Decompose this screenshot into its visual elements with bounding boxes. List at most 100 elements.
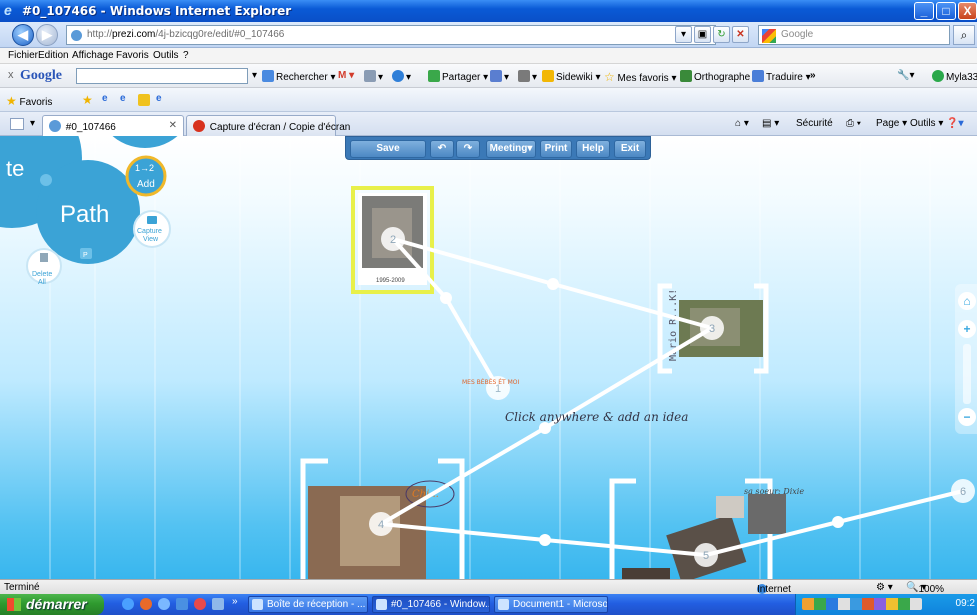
compat-view-icon[interactable]: ▣ — [694, 26, 711, 43]
search-icon[interactable]: ⌕ — [953, 25, 975, 45]
home-view-icon[interactable]: ⌂ — [958, 292, 976, 310]
back-button[interactable]: ◀ — [12, 24, 34, 46]
google-search-dropdown[interactable]: ▾ — [252, 70, 257, 81]
favorite-link-4-icon[interactable]: e — [156, 93, 162, 104]
taskbar-item-ie[interactable]: #0_107466 - Window... — [372, 596, 490, 613]
toolbar-rechercher[interactable]: Rechercher ▾ — [262, 70, 336, 83]
menu-item-view[interactable]: Affichage — [72, 50, 114, 61]
path-node-3-label: 3 — [709, 323, 715, 335]
toolbar-user[interactable]: Myla33 — [932, 70, 977, 83]
canvas-hint: Click anywhere & add an idea — [505, 410, 688, 424]
quicklaunch-desktop-icon[interactable] — [212, 598, 224, 610]
tab-close-icon[interactable]: ✕ — [169, 120, 177, 131]
add-label: Add — [137, 179, 155, 190]
quicklaunch-media-icon[interactable] — [194, 598, 206, 610]
zoom-slider[interactable] — [963, 344, 971, 404]
toolbar-sidewiki[interactable]: Sidewiki ▾ — [542, 70, 601, 83]
taskbar: démarrer » Boîte de réception - ... #0_1… — [0, 594, 977, 615]
wrench-icon[interactable]: 🔧▾ — [897, 70, 914, 81]
favorites-star-icon: ★ — [6, 94, 17, 108]
taskbar-item-word[interactable]: Document1 - Microsof... — [494, 596, 608, 613]
refresh-icon[interactable]: ↻ — [713, 26, 730, 43]
toolbar-mes-favoris[interactable]: ☆ Mes favoris ▾ — [604, 70, 676, 84]
bubble-top-right[interactable] — [95, 136, 195, 148]
quicklaunch-ie-icon[interactable] — [122, 598, 134, 610]
photo-bottom-5 — [622, 568, 670, 579]
toolbar-traduire[interactable]: Traduire ▾ — [752, 70, 811, 83]
path-node-5-label: 5 — [703, 550, 709, 562]
toolbar-news-icon[interactable]: ▾ — [364, 70, 383, 83]
menu-bar: Fichier Edition Affichage Favoris Outils… — [0, 48, 977, 64]
forward-button[interactable]: ▶ — [36, 24, 58, 46]
quicklaunch-more-chevron[interactable]: » — [232, 596, 238, 607]
bubble-top-fragment: te — [6, 156, 24, 181]
quicklaunch-firefox-icon[interactable] — [140, 598, 152, 610]
redo-icon[interactable]: ↷ — [456, 140, 480, 158]
address-url: http://prezi.com/4j-bzicqg0re/edit/#0_10… — [87, 29, 285, 40]
toolbar-translate-page-icon[interactable]: ▾ — [490, 70, 509, 83]
protected-mode-icon[interactable]: ⚙ ▾ — [876, 582, 893, 593]
window-title: #0_107466 - Windows Internet Explorer — [22, 4, 292, 18]
command-securite[interactable]: Sécurité — [796, 118, 833, 129]
toolbar-mail-icon[interactable]: ▾ — [518, 70, 537, 83]
menu-item-edit[interactable]: Edition — [38, 50, 69, 61]
quicklaunch-ie2-icon[interactable] — [158, 598, 170, 610]
save-button[interactable]: Save — [350, 140, 426, 158]
favorites-button[interactable]: ★ Favoris — [6, 94, 52, 108]
help-icon[interactable]: ❓▾ — [946, 118, 963, 129]
exit-button[interactable]: Exit — [614, 140, 646, 158]
quicklaunch-app-icon[interactable] — [176, 598, 188, 610]
google-logo-icon — [762, 29, 776, 43]
close-button[interactable]: X — [958, 2, 977, 20]
undo-icon[interactable]: ↶ — [430, 140, 454, 158]
tab-prezi[interactable]: #0_107466 ✕ — [42, 115, 184, 136]
windows-flag-icon — [7, 598, 21, 611]
trash-icon — [40, 253, 48, 262]
path-label: Path — [60, 201, 109, 228]
toolbar-partager[interactable]: Partager ▾ — [428, 70, 488, 83]
feeds-icon[interactable]: ▤ ▾ — [762, 118, 779, 129]
path-node-4-label: 4 — [378, 519, 384, 531]
tab-capture[interactable]: Capture d'écran / Copie d'écran — [186, 115, 350, 136]
zoom-level[interactable]: 🔍 100% ▾ — [906, 582, 944, 595]
gmail-icon[interactable]: M ▾ — [338, 70, 354, 81]
menu-item-tools[interactable]: Outils — [153, 50, 179, 61]
print-icon[interactable]: ⎙ ▾ — [846, 118, 861, 129]
favorite-link-3-icon[interactable] — [138, 94, 150, 106]
stop-icon[interactable]: ✕ — [732, 26, 749, 43]
zoom-out-icon[interactable]: − — [958, 408, 976, 426]
favorite-link-1-icon[interactable]: e — [102, 93, 108, 104]
tab-list-dropdown[interactable]: ▾ — [30, 118, 35, 129]
window-title-bar[interactable]: e #0_107466 - Windows Internet Explorer … — [0, 0, 977, 22]
photo-small-5 — [716, 496, 744, 518]
zoom-in-icon[interactable]: + — [958, 320, 976, 338]
google-search-input[interactable] — [76, 68, 248, 84]
menu-item-help[interactable]: ? — [183, 50, 189, 61]
command-page[interactable]: Page ▾ — [876, 118, 907, 129]
minimize-button[interactable]: _ — [914, 2, 934, 20]
search-input[interactable]: Google — [758, 25, 950, 45]
toolbar-more-chevron[interactable]: » — [810, 70, 816, 81]
print-button[interactable]: Print — [540, 140, 572, 158]
home-icon[interactable]: ⌂ ▾ — [735, 118, 749, 129]
menu-item-favorites[interactable]: Favoris — [116, 50, 149, 61]
meeting-button[interactable]: Meeting▾ — [486, 140, 536, 158]
maximize-button[interactable]: □ — [936, 2, 956, 20]
taskbar-item-inbox[interactable]: Boîte de réception - ... — [248, 596, 368, 613]
tray-icons[interactable] — [802, 598, 922, 610]
toolbar-orthographe[interactable]: Orthographe ▾ — [680, 70, 758, 83]
toolbar-close-icon[interactable]: x — [8, 69, 14, 81]
toolbar-puzzle-icon[interactable]: ▾ — [392, 70, 411, 83]
prezi-canvas[interactable]: te Path 1→2 Add Capture View Delete All … — [0, 136, 977, 579]
quick-tabs-icon[interactable] — [10, 118, 24, 130]
command-outils[interactable]: Outils ▾ — [910, 118, 943, 129]
favorite-link-2-icon[interactable]: e — [120, 93, 126, 104]
search-placeholder: Google — [781, 29, 814, 40]
status-bar: Terminé Internet ⚙ ▾ 🔍 100% ▾ — [0, 579, 977, 595]
help-button[interactable]: Help — [576, 140, 610, 158]
address-field[interactable]: http://prezi.com/4j-bzicqg0re/edit/#0_10… — [66, 25, 716, 45]
add-favorite-icon[interactable]: ★ — [82, 93, 93, 107]
address-dropdown-button[interactable]: ▾ — [675, 26, 692, 43]
start-button[interactable]: démarrer — [0, 594, 104, 615]
menu-item-file[interactable]: Fichier — [8, 50, 38, 61]
